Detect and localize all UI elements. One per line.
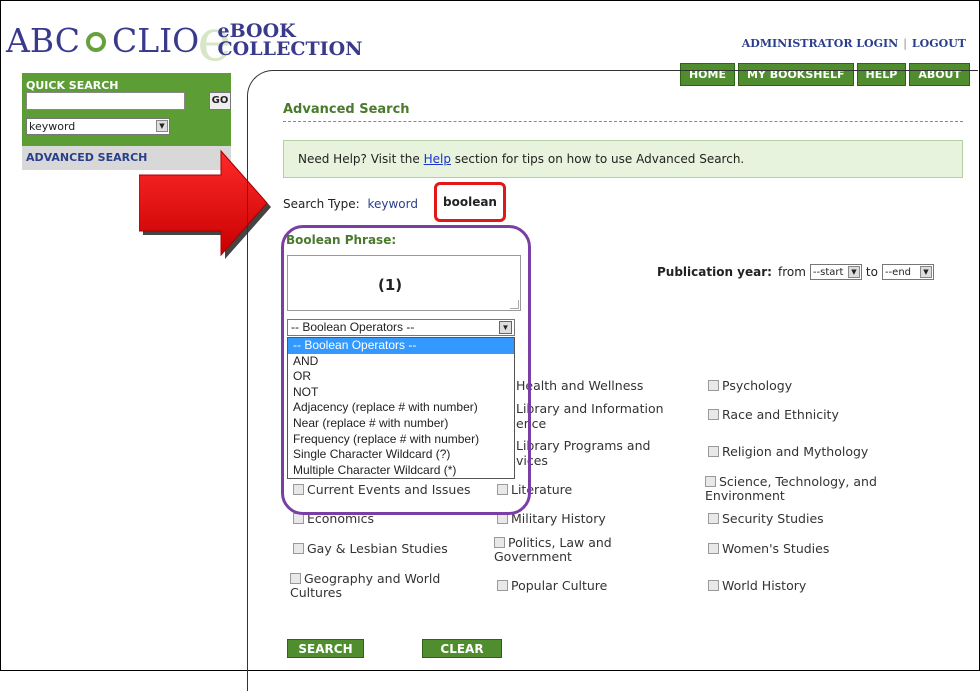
- logo-collection-text: COLLECTION: [217, 38, 363, 60]
- search-button[interactable]: SEARCH: [287, 639, 364, 658]
- clear-button[interactable]: CLEAR: [422, 639, 502, 658]
- subject-race-ethnicity[interactable]: Race and Ethnicity: [708, 408, 839, 422]
- pub-year-end-value: --end: [884, 267, 912, 278]
- logo-clio: CLIO: [111, 20, 200, 60]
- pub-year-to: to: [865, 265, 878, 279]
- subject-religion-mythology[interactable]: Religion and Mythology: [708, 445, 868, 459]
- chevron-down-icon: ▼: [847, 266, 860, 278]
- admin-login-link[interactable]: ADMINISTRATOR LOGIN: [742, 37, 898, 50]
- checkbox[interactable]: [290, 573, 301, 584]
- chevron-down-icon: ▼: [156, 120, 168, 132]
- go-button[interactable]: GO: [209, 92, 231, 110]
- checkbox[interactable]: [708, 513, 719, 524]
- help-suffix: section for tips on how to use Advanced …: [450, 152, 745, 166]
- publication-year-filter: Publication year: from --start ▼ to --end…: [657, 264, 934, 280]
- subject-womens-studies[interactable]: Women's Studies: [708, 542, 829, 556]
- subject-popular-culture[interactable]: Popular Culture: [497, 579, 607, 593]
- subject-library-information[interactable]: Library and Information: [516, 402, 664, 416]
- checkbox[interactable]: [293, 543, 304, 554]
- logo-ebook-collection: eBOOK COLLECTION: [217, 22, 363, 60]
- subject-world-history[interactable]: World History: [708, 579, 806, 593]
- checkbox[interactable]: [708, 409, 719, 420]
- subject-library-programs[interactable]: Library Programs and: [516, 439, 650, 453]
- page-title: Advanced Search: [283, 102, 410, 117]
- quick-search-type-value: keyword: [29, 120, 76, 133]
- help-link[interactable]: Help: [424, 152, 451, 166]
- help-prefix: Need Help? Visit the: [298, 152, 424, 166]
- subject-psychology[interactable]: Psychology: [708, 379, 792, 393]
- checkbox[interactable]: [705, 476, 716, 487]
- checkbox[interactable]: [494, 537, 505, 548]
- link-separator: |: [903, 37, 907, 50]
- quick-search-panel: QUICK SEARCH GO keyword ▼: [22, 73, 231, 146]
- subject-geography[interactable]: Geography and World Cultures: [290, 572, 465, 600]
- annotation-highlight-box: [281, 225, 531, 515]
- pub-year-label: Publication year:: [657, 265, 772, 279]
- help-notice: Need Help? Visit the Help section for ti…: [283, 140, 963, 178]
- search-type-keyword[interactable]: keyword: [367, 197, 418, 211]
- search-type-label: Search Type:: [283, 197, 360, 211]
- checkbox[interactable]: [708, 446, 719, 457]
- chevron-down-icon: ▼: [919, 266, 932, 278]
- search-type-row: Search Type: keyword boolean: [283, 182, 506, 222]
- quick-search-title: QUICK SEARCH: [26, 79, 119, 92]
- logout-link[interactable]: LOGOUT: [912, 37, 966, 50]
- search-type-boolean[interactable]: boolean: [434, 182, 506, 222]
- top-links: ADMINISTRATOR LOGIN | LOGOUT: [742, 37, 966, 50]
- logo-o-icon: [85, 32, 106, 52]
- subject-politics-law[interactable]: Politics, Law and Government: [494, 536, 644, 564]
- pub-year-start-value: --start: [812, 267, 844, 278]
- site-logo[interactable]: ABC CLIO e eBOOK COLLECTION: [6, 11, 363, 69]
- checkbox[interactable]: [497, 580, 508, 591]
- subject-gay-lesbian[interactable]: Gay & Lesbian Studies: [293, 542, 448, 556]
- subject-health-wellness[interactable]: Health and Wellness: [516, 379, 643, 393]
- quick-search-type-select[interactable]: keyword ▼: [26, 118, 170, 135]
- pub-year-from: from: [777, 265, 806, 279]
- pub-year-start-select[interactable]: --start ▼: [809, 264, 862, 280]
- title-divider: [283, 121, 963, 122]
- checkbox[interactable]: [708, 380, 719, 391]
- checkbox[interactable]: [708, 580, 719, 591]
- pub-year-end-select[interactable]: --end ▼: [881, 264, 934, 280]
- quick-search-input[interactable]: [26, 92, 185, 110]
- checkbox[interactable]: [708, 543, 719, 554]
- subject-science-technology[interactable]: Science, Technology, and Environment: [705, 475, 905, 503]
- logo-abc: ABC: [6, 20, 80, 60]
- subject-security-studies[interactable]: Security Studies: [708, 512, 824, 526]
